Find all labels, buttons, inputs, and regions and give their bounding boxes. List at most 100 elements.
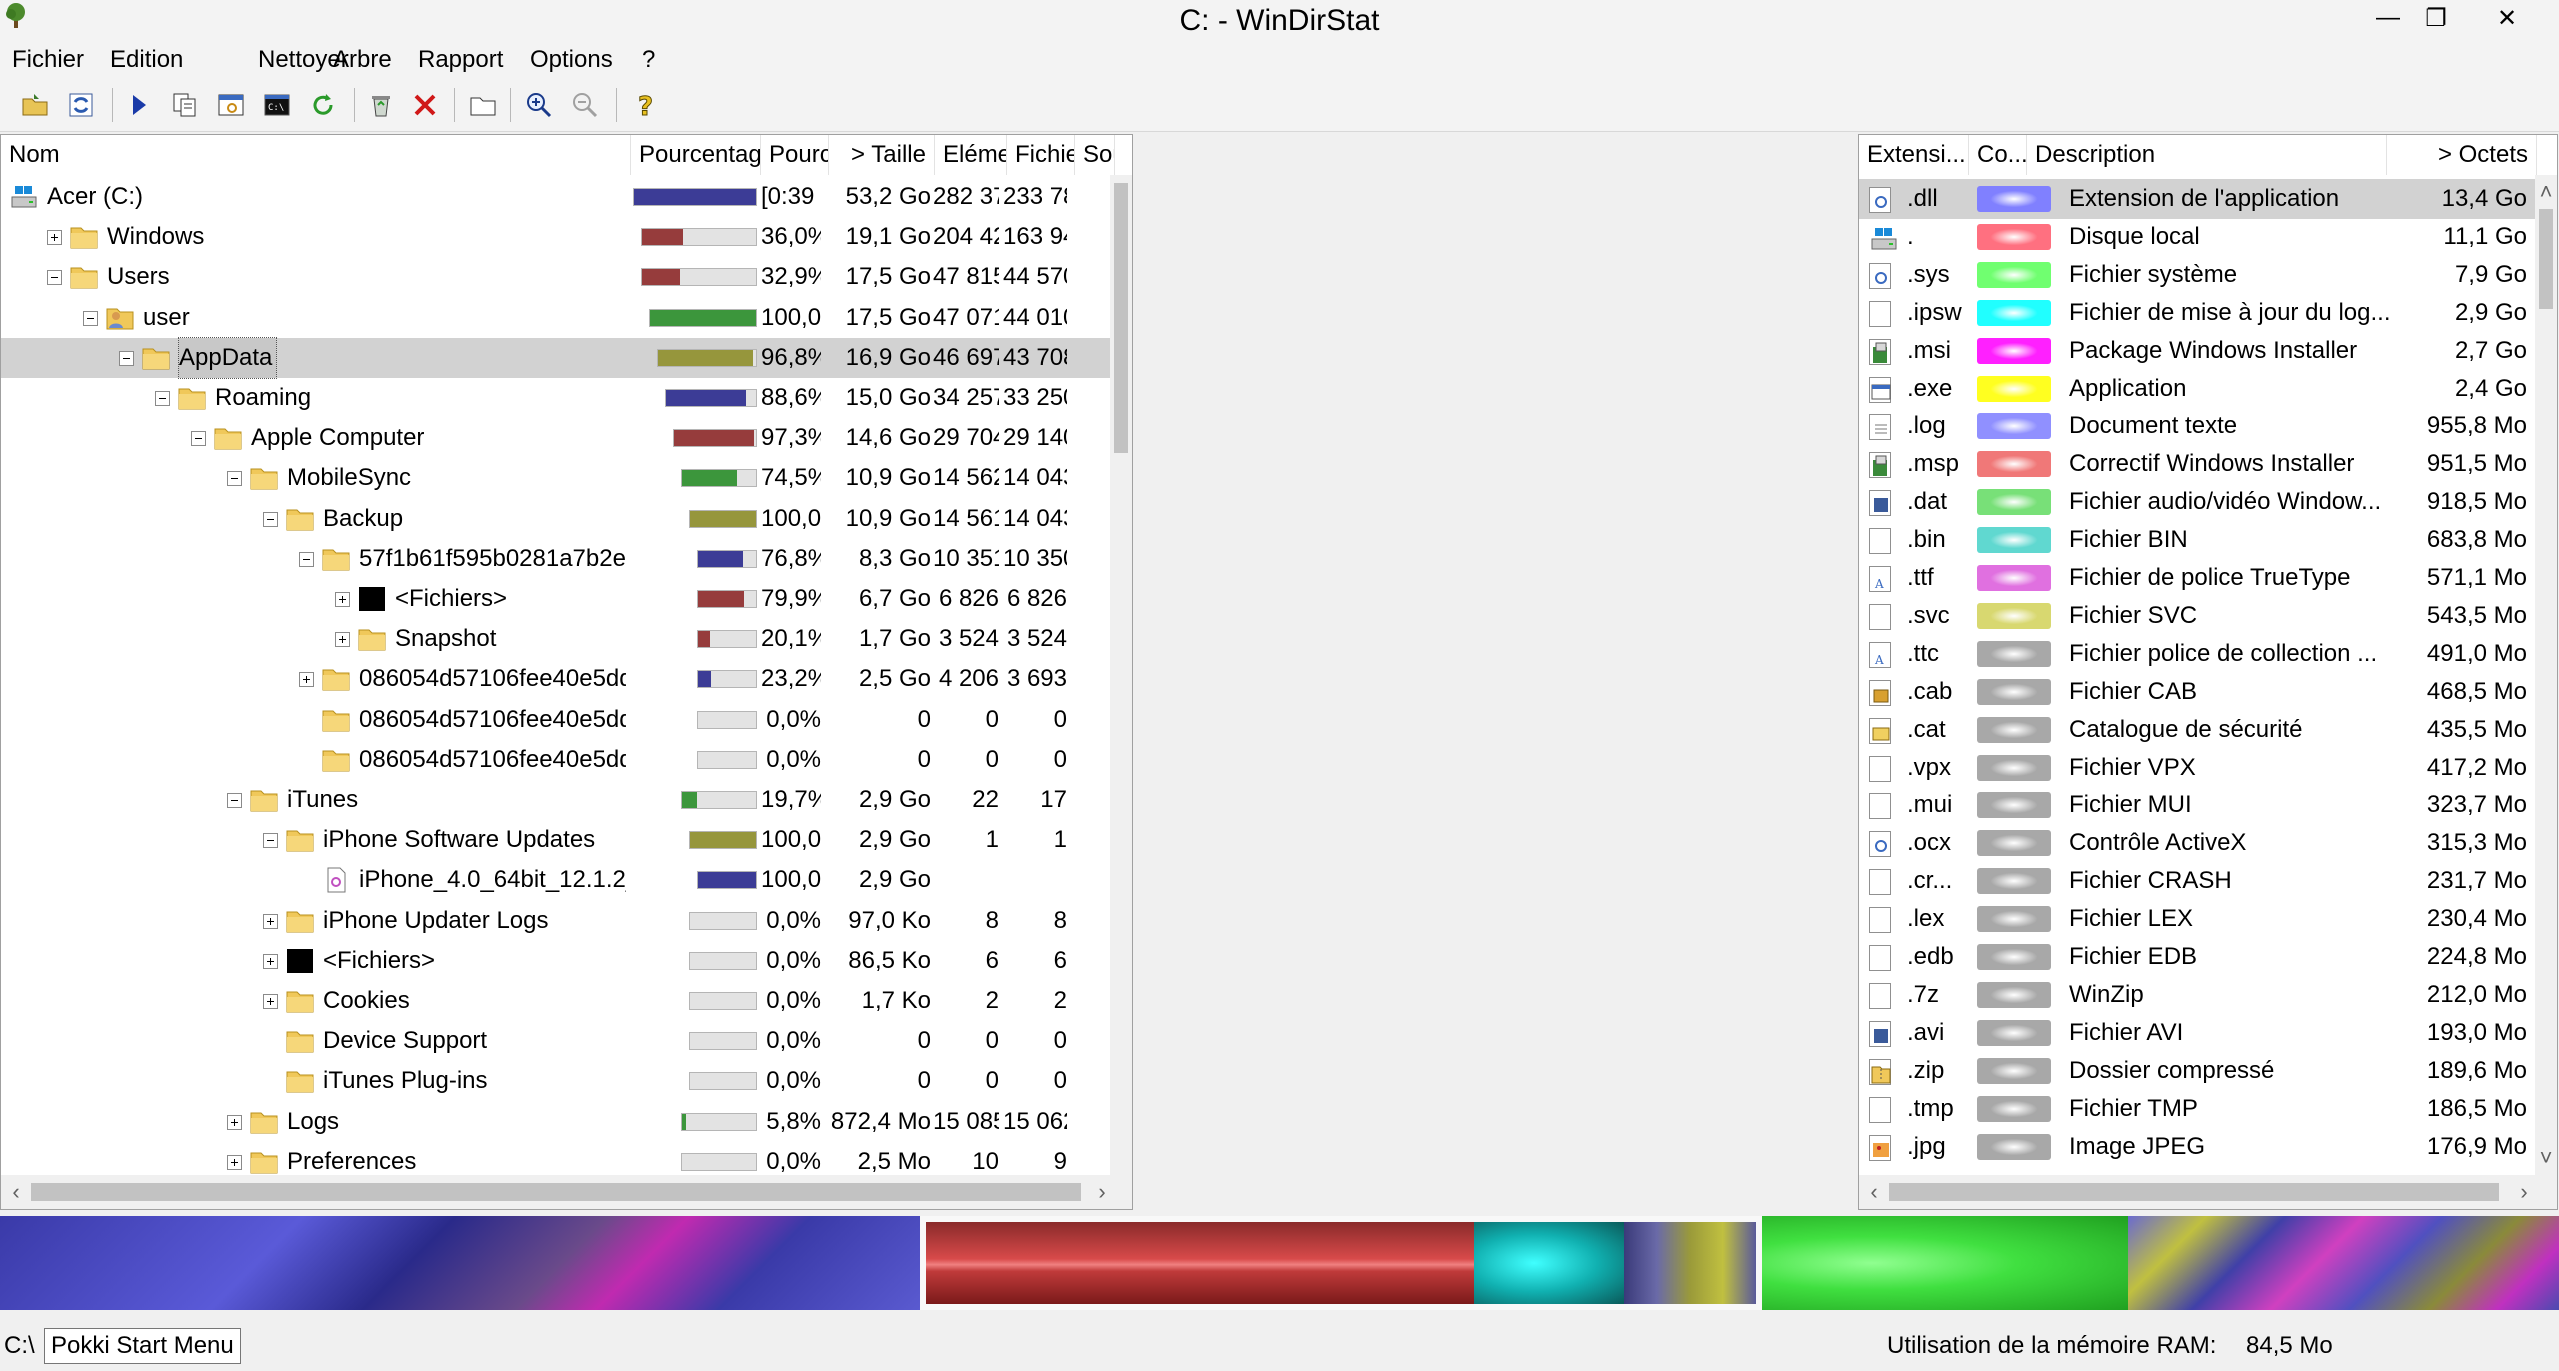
copy-path-icon[interactable] — [166, 86, 204, 124]
collapse-icon[interactable] — [47, 270, 62, 286]
refresh-all-icon[interactable] — [62, 86, 100, 124]
tree-vertical-scrollbar[interactable] — [1110, 175, 1132, 1175]
tree-row[interactable]: iPhone Software Updates 100,0% 2,9 Go 1 1 — [1, 820, 1110, 860]
scroll-down-icon[interactable]: ˅ — [2531, 1141, 2557, 1175]
expand-icon[interactable] — [263, 953, 278, 969]
help-icon[interactable]: ? — [626, 86, 664, 124]
extension-row[interactable]: .msi Package Windows Installer 2,7 Go — [1859, 331, 2535, 371]
column-header-pourcentage-graph[interactable]: Pourcentage (g... — [631, 135, 761, 175]
refresh-icon[interactable] — [304, 86, 342, 124]
column-header-taille[interactable]: > Taille — [829, 135, 935, 175]
zoom-in-icon[interactable] — [520, 86, 558, 124]
column-header-elements[interactable]: Eléme... — [935, 135, 1007, 175]
treemap-windows-region[interactable] — [0, 1216, 920, 1310]
extension-row[interactable]: .ipsw Fichier de mise à jour du log... 2,9… — [1859, 293, 2535, 333]
expand-icon[interactable] — [299, 672, 314, 688]
tree-row[interactable]: 086054d57106fee40e5dda952e5ddab043d991a1… — [1, 700, 1110, 740]
column-header-description[interactable]: Description — [2027, 135, 2387, 175]
tree-row[interactable]: iPhone_4.0_64bit_12.1.2_16C104_Restore.i… — [1, 860, 1110, 900]
tree-row[interactable]: MobileSync 74,5% 10,9 Go14 56214 043 — [1, 458, 1110, 498]
extension-row[interactable]: .zip Dossier compressé 189,6 Mo — [1859, 1051, 2535, 1091]
extension-row[interactable]: .avi Fichier AVI 193,0 Mo — [1859, 1013, 2535, 1053]
tree-row[interactable]: iTunes 19,7% 2,9 Go 22 17 — [1, 780, 1110, 820]
tree-row[interactable]: 086054d57106fee40e5dda952e5ddab043d991a1… — [1, 659, 1110, 699]
extension-row[interactable]: .log Document texte 955,8 Mo — [1859, 406, 2535, 446]
extension-row[interactable]: A .ttc Fichier police de collection ... 491… — [1859, 634, 2535, 674]
extension-row[interactable]: A .ttf Fichier de police TrueType 571,1 Mo — [1859, 558, 2535, 598]
extension-row[interactable]: .msp Correctif Windows Installer 951,5 Mo — [1859, 444, 2535, 484]
collapse-icon[interactable] — [191, 431, 206, 447]
extension-row[interactable]: .ocx Contrôle ActiveX 315,3 Mo — [1859, 823, 2535, 863]
collapse-icon[interactable] — [299, 551, 314, 567]
tree-row[interactable]: Logs 5,8% 872,4 Mo15 08515 062 — [1, 1102, 1110, 1142]
tree-row[interactable]: <Fichiers> 79,9% 6,7 Go 6 826 6 826 — [1, 579, 1110, 619]
tree-row[interactable]: 57f1b61f595b0281a7b2e9b8da5767ec47eae563… — [1, 539, 1110, 579]
close-button[interactable]: ✕ — [2459, 0, 2555, 36]
extension-horizontal-scrollbar[interactable]: ‹ › — [1859, 1175, 2557, 1209]
menu-edition[interactable]: Edition — [110, 45, 183, 75]
expand-icon[interactable] — [263, 994, 278, 1009]
expand-icon[interactable] — [47, 230, 62, 246]
tree-horizontal-scroll-thumb[interactable] — [31, 1183, 1081, 1201]
tree-row[interactable]: user 100,0% 17,5 Go47 07144 010 — [1, 298, 1110, 338]
scroll-left-icon[interactable]: ‹ — [1, 1175, 31, 1209]
tree-row[interactable]: AppData 96,8% 16,9 Go46 69743 708 — [1, 336, 1110, 379]
extension-vertical-scroll-thumb[interactable] — [2539, 209, 2553, 309]
extension-row[interactable]: .edb Fichier EDB 224,8 Mo — [1859, 937, 2535, 977]
open-icon[interactable] — [16, 86, 54, 124]
menu-rapport[interactable]: Rapport — [418, 45, 503, 75]
run-icon[interactable] — [120, 86, 158, 124]
tree-row[interactable]: 086054d57106fee40e5dda952e5ddab043d991a1… — [1, 740, 1110, 780]
extension-row[interactable]: .cat Catalogue de sécurité 435,5 Mo — [1859, 710, 2535, 750]
tree-row[interactable]: Users 32,9% 17,5 Go47 81544 570 — [1, 257, 1110, 297]
extension-vertical-scrollbar[interactable]: ˄ ˅ — [2535, 175, 2557, 1175]
tree-row[interactable]: Cookies 0,0% 1,7 Ko 2 2 — [1, 981, 1110, 1021]
scroll-up-icon[interactable]: ˄ — [2531, 175, 2557, 209]
extension-row[interactable]: .lex Fichier LEX 230,4 Mo — [1859, 899, 2535, 939]
column-header-sous[interactable]: Sou — [1075, 135, 1115, 175]
tree-row[interactable]: Roaming 88,6% 15,0 Go34 25733 250 — [1, 378, 1110, 418]
expand-icon[interactable] — [335, 592, 350, 607]
collapse-icon[interactable] — [263, 511, 278, 527]
collapse-icon[interactable] — [227, 793, 242, 808]
extension-row[interactable]: .bin Fichier BIN 683,8 Mo — [1859, 520, 2535, 560]
extension-row[interactable]: .tmp Fichier TMP 186,5 Mo — [1859, 1089, 2535, 1129]
expand-icon[interactable] — [335, 632, 350, 648]
scroll-left-icon[interactable]: ‹ — [1859, 1175, 1889, 1209]
tree-horizontal-scrollbar[interactable]: ‹ › — [1, 1175, 1132, 1209]
collapse-icon[interactable] — [119, 350, 134, 366]
extension-row[interactable]: .sys Fichier système 7,9 Go — [1859, 255, 2535, 295]
collapse-icon[interactable] — [83, 310, 98, 326]
extension-row[interactable]: .mui Fichier MUI 323,7 Mo — [1859, 785, 2535, 825]
expand-icon[interactable] — [227, 1154, 242, 1170]
command-prompt-icon[interactable]: C:\ — [258, 86, 296, 124]
treemap-misc-block[interactable] — [1624, 1222, 1756, 1304]
column-header-nom[interactable]: Nom — [1, 135, 631, 175]
extension-row[interactable]: .7z WinZip 212,0 Mo — [1859, 975, 2535, 1015]
tree-row[interactable]: Windows 36,0% 19,1 Go204 427163 946 — [1, 217, 1110, 257]
treemap[interactable] — [0, 1216, 2559, 1310]
tree-row[interactable]: Snapshot20,1%1,7 Go3 5243 524 — [1, 619, 1110, 659]
column-header-octets[interactable]: > Octets — [2387, 135, 2537, 175]
scroll-right-icon[interactable]: › — [2509, 1175, 2539, 1209]
column-header-pourcentage[interactable]: Pourc... — [761, 135, 829, 175]
tree-row[interactable]: Backup 100,0% 10,9 Go14 56114 043 — [1, 499, 1110, 539]
extension-row[interactable]: .svc Fichier SVC 543,5 Mo — [1859, 596, 2535, 636]
explorer-icon[interactable] — [212, 86, 250, 124]
recycle-bin-icon[interactable] — [362, 86, 400, 124]
extension-row[interactable]: . Disque local 11,1 Go — [1859, 217, 2535, 257]
extension-row[interactable]: .vpx Fichier VPX 417,2 Mo — [1859, 748, 2535, 788]
tree-row[interactable]: Device Support 0,0% 0 0 0 — [1, 1021, 1110, 1061]
treemap-users-region[interactable] — [1762, 1216, 2128, 1310]
treemap-other-region[interactable] — [2128, 1216, 2559, 1310]
tree-vertical-scroll-thumb[interactable] — [1114, 183, 1128, 453]
extension-row[interactable]: .jpg Image JPEG 176,9 Mo — [1859, 1127, 2535, 1167]
collapse-icon[interactable] — [227, 471, 242, 487]
scroll-right-icon[interactable]: › — [1087, 1175, 1117, 1209]
collapse-icon[interactable] — [263, 833, 278, 849]
extension-row[interactable]: .cab Fichier CAB 468,5 Mo — [1859, 672, 2535, 712]
menu-fichier[interactable]: Fichier — [12, 45, 84, 75]
menu-options[interactable]: Options — [530, 45, 613, 75]
treemap-teal-block[interactable] — [1474, 1222, 1624, 1304]
tree-row[interactable]: iPhone Updater Logs 0,0% 97,0 Ko 8 8 — [1, 901, 1110, 941]
